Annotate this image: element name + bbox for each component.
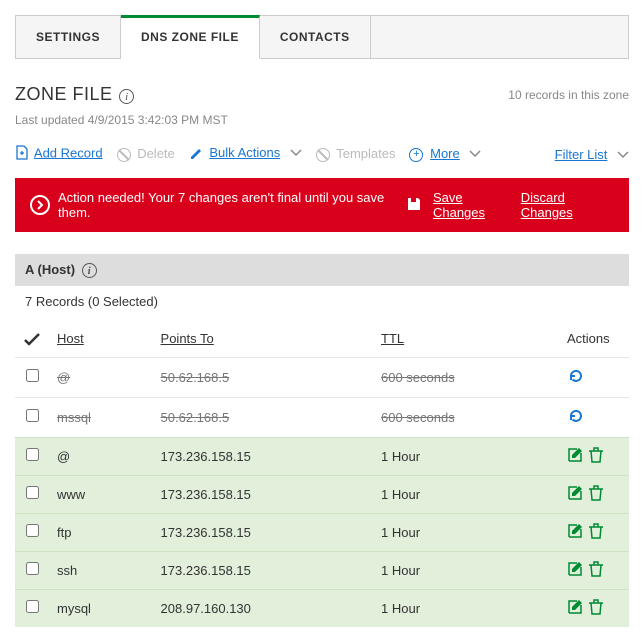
trash-icon[interactable] (589, 599, 603, 618)
column-ttl[interactable]: TTL (373, 321, 559, 357)
undo-icon[interactable] (567, 407, 585, 428)
column-points-to[interactable]: Points To (153, 321, 373, 357)
cell-points-to: 173.236.158.15 (153, 551, 373, 589)
section-header-a-host: A (Host) i (15, 254, 629, 286)
edit-icon[interactable] (567, 599, 583, 618)
row-checkbox[interactable] (26, 562, 39, 575)
chevron-down-icon (469, 146, 481, 161)
cell-ttl: 1 Hour (373, 437, 559, 475)
pending-changes-alert: Action needed! Your 7 changes aren't fin… (15, 178, 629, 232)
cell-points-to: 50.62.168.5 (153, 397, 373, 437)
table-row: mysql208.97.160.1301 Hour (15, 589, 629, 627)
section-title: A (Host) (25, 262, 75, 277)
add-record-link[interactable]: Add Record (34, 145, 103, 160)
table-row: ftp173.236.158.151 Hour (15, 513, 629, 551)
row-checkbox[interactable] (26, 448, 39, 461)
cell-ttl: 600 seconds (373, 397, 559, 437)
tab-settings[interactable]: SETTINGS (16, 16, 121, 58)
page-title: ZONE FILE (15, 84, 113, 104)
cell-ttl: 1 Hour (373, 589, 559, 627)
column-host[interactable]: Host (49, 321, 153, 357)
cell-host: mssql (49, 397, 153, 437)
chevron-down-icon (617, 147, 629, 162)
records-count: 7 Records (0 Selected) (15, 286, 629, 321)
filter-list-link[interactable]: Filter List (555, 147, 608, 162)
cell-points-to: 50.62.168.5 (153, 357, 373, 397)
records-in-zone: 10 records in this zone (508, 88, 629, 102)
row-checkbox[interactable] (26, 369, 39, 382)
more-link[interactable]: More (430, 146, 460, 161)
tab-contacts[interactable]: CONTACTS (260, 16, 371, 58)
cell-ttl: 1 Hour (373, 513, 559, 551)
edit-icon[interactable] (567, 561, 583, 580)
add-record-icon (15, 145, 28, 163)
column-actions: Actions (559, 321, 629, 357)
table-row: @50.62.168.5600 seconds (15, 357, 629, 397)
edit-icon[interactable] (567, 485, 583, 504)
row-checkbox[interactable] (26, 409, 39, 422)
cell-ttl: 1 Hour (373, 475, 559, 513)
table-row: ssh173.236.158.151 Hour (15, 551, 629, 589)
templates-disabled-icon (316, 148, 330, 162)
cell-host: ssh (49, 551, 153, 589)
cell-host: @ (49, 437, 153, 475)
cell-points-to: 173.236.158.15 (153, 475, 373, 513)
select-all-header[interactable] (15, 321, 49, 357)
alert-message: Action needed! Your 7 changes aren't fin… (58, 190, 397, 220)
row-checkbox[interactable] (26, 524, 39, 537)
table-row: mssql50.62.168.5600 seconds (15, 397, 629, 437)
cell-host: mysql (49, 589, 153, 627)
cell-points-to: 173.236.158.15 (153, 437, 373, 475)
undo-icon[interactable] (567, 367, 585, 388)
save-icon (407, 197, 421, 214)
cell-ttl: 600 seconds (373, 357, 559, 397)
table-row: www173.236.158.151 Hour (15, 475, 629, 513)
discard-changes-link[interactable]: Discard Changes (521, 190, 614, 220)
trash-icon[interactable] (589, 523, 603, 542)
alert-arrow-icon (30, 195, 50, 215)
trash-icon[interactable] (589, 447, 603, 466)
info-icon[interactable]: i (119, 89, 134, 104)
cell-host: ftp (49, 513, 153, 551)
row-checkbox[interactable] (26, 486, 39, 499)
delete-link: Delete (137, 146, 175, 161)
cell-host: www (49, 475, 153, 513)
toolbar: Add Record Delete Bulk Actions Templates… (15, 145, 629, 163)
tab-dns-zone-file[interactable]: DNS ZONE FILE (121, 15, 260, 59)
info-icon[interactable]: i (82, 263, 97, 278)
table-row: @173.236.158.151 Hour (15, 437, 629, 475)
delete-disabled-icon (117, 148, 131, 162)
bulk-actions-icon (189, 146, 203, 163)
bulk-actions-link[interactable]: Bulk Actions (209, 145, 280, 160)
cell-host: @ (49, 357, 153, 397)
cell-points-to: 208.97.160.130 (153, 589, 373, 627)
row-checkbox[interactable] (26, 600, 39, 613)
save-changes-link[interactable]: Save Changes (433, 190, 513, 220)
templates-link: Templates (336, 146, 395, 161)
trash-icon[interactable] (589, 561, 603, 580)
cell-ttl: 1 Hour (373, 551, 559, 589)
edit-icon[interactable] (567, 447, 583, 466)
tab-bar: SETTINGS DNS ZONE FILE CONTACTS (15, 15, 629, 59)
cell-points-to: 173.236.158.15 (153, 513, 373, 551)
last-updated: Last updated 4/9/2015 3:42:03 PM MST (15, 113, 629, 127)
records-table: Host Points To TTL Actions @50.62.168.56… (15, 321, 629, 627)
edit-icon[interactable] (567, 523, 583, 542)
chevron-down-icon (290, 145, 302, 160)
trash-icon[interactable] (589, 485, 603, 504)
plus-circle-icon: + (409, 148, 423, 162)
